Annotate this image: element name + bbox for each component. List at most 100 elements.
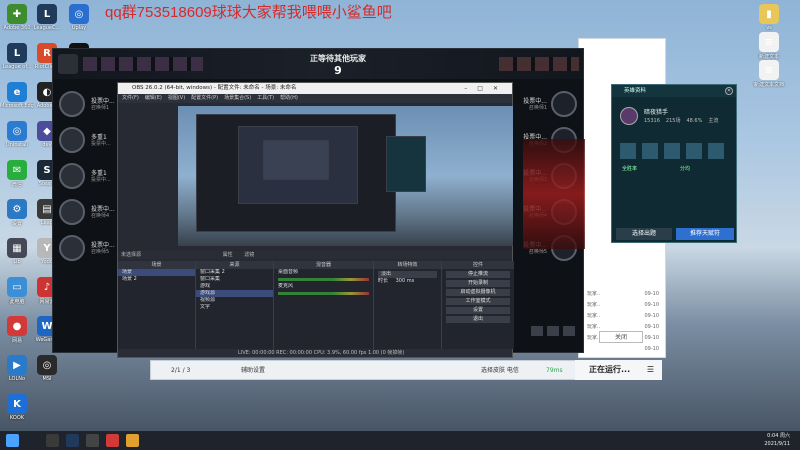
- player-subtext: 召唤师5: [528, 249, 547, 255]
- select-button[interactable]: 选择出题: [616, 228, 672, 240]
- controls-dock: 控件 停止推流开始录制启动虚拟摄像机 工作室模式设置退出: [442, 261, 514, 349]
- desktop-icon-label: 设置: [11, 221, 22, 227]
- obs-title-text: OBS 26.0.2 (64-bit, windows) - 配置文件: 未命名…: [132, 85, 297, 91]
- start-icon[interactable]: [6, 434, 19, 447]
- list-item[interactable]: 09-10: [587, 344, 663, 355]
- desktop-icon-label: League of...: [2, 64, 32, 70]
- desktop-icon[interactable]: ▭ 此电脑: [0, 277, 34, 305]
- controls-item[interactable]: 启动虚拟摄像机: [446, 289, 510, 296]
- volume-meter[interactable]: [278, 278, 369, 281]
- controls-item[interactable]: 退出: [446, 316, 510, 323]
- menu-item[interactable]: 场景集合(S): [224, 95, 251, 101]
- running-status[interactable]: 正在运行... ☰: [575, 360, 662, 380]
- desktop-icon-label: Lib: [13, 259, 21, 265]
- taskbar-game-icon[interactable]: [46, 434, 59, 447]
- duration-input[interactable]: 300 ms: [396, 278, 415, 284]
- controls-item[interactable]: 停止推流: [446, 271, 510, 278]
- controls-item[interactable]: 设置: [446, 307, 510, 314]
- desktop-icon[interactable]: L LeagueC...: [30, 4, 64, 31]
- desktop-icon-label: LOLNo: [8, 376, 26, 382]
- taskbar-app-icon[interactable]: [106, 434, 119, 447]
- properties-button[interactable]: 属性: [223, 252, 233, 258]
- close-button[interactable]: 关闭: [599, 331, 643, 343]
- player-slot: 投票中... 召唤师1: [507, 89, 577, 125]
- app-icon: ◎: [7, 121, 27, 141]
- menu-item[interactable]: 帮助(H): [280, 95, 298, 101]
- system-clock[interactable]: 0:04 周六 2021/9/11: [764, 432, 790, 448]
- obs-preview-canvas[interactable]: [178, 106, 513, 246]
- desktop-icon[interactable]: ▮ vs: [752, 4, 786, 31]
- desktop-icon[interactable]: ≡ 新建文本文档: [752, 60, 786, 88]
- desktop-icon[interactable]: ◎ UnInstall: [0, 121, 34, 148]
- app-icon: K: [7, 394, 27, 414]
- sources-item[interactable]: 文字: [196, 304, 273, 311]
- obs-menubar: 文件(F) 编辑(E) 视图(V) 配置文件(P) 场景集合(S) 工具(T) 帮助(H): [118, 94, 512, 103]
- desktop-icon[interactable]: ⚙ 设置: [0, 199, 34, 227]
- transitions-title: 转场特效: [374, 261, 441, 269]
- taskbar-league-icon[interactable]: [66, 434, 79, 447]
- menu-item[interactable]: 编辑(E): [145, 95, 162, 101]
- sources-item[interactable]: 窗口采集 2: [196, 269, 273, 276]
- menu-item[interactable]: 文件(F): [122, 95, 139, 101]
- taskbar-client-icon[interactable]: [126, 434, 139, 447]
- desktop-icon[interactable]: ◎ Uplay: [62, 4, 96, 31]
- clock-date: 2021/9/11: [764, 441, 790, 447]
- desktop-icon[interactable]: ◎ MSI: [30, 355, 64, 382]
- app-icon: ⚙: [7, 199, 27, 219]
- desktop-icon-label: 新建文本: [758, 54, 779, 60]
- winrate-label: 全胜率: [622, 166, 638, 172]
- volume-meter[interactable]: [278, 292, 369, 295]
- menu-icon[interactable]: ☰: [647, 360, 654, 380]
- emote-icon[interactable]: [547, 326, 559, 336]
- sources-item[interactable]: 窗口采集: [196, 276, 273, 283]
- page-counter: 2/1 / 3: [171, 367, 191, 374]
- list-item[interactable]: 玩家.. 09-10: [587, 289, 663, 300]
- desktop-icon-label: KOOK: [9, 415, 25, 421]
- taskbar-obs-icon[interactable]: [86, 434, 99, 447]
- desktop-icon[interactable]: ≡ 新建文本: [752, 32, 786, 60]
- desktop-icon[interactable]: ✉ 微信: [0, 160, 34, 188]
- controls-title: 控件: [442, 261, 514, 269]
- ally-champion-strip: [83, 57, 203, 71]
- sources-item[interactable]: 游戏: [196, 283, 273, 290]
- stat-value: 215场: [665, 118, 681, 124]
- desktop-icon[interactable]: K KOOK: [0, 394, 34, 421]
- duration-row: 时长 300 ms: [374, 278, 441, 285]
- menu-item[interactable]: 配置文件(P): [191, 95, 218, 101]
- app-icon: ≡: [759, 60, 779, 80]
- transition-select[interactable]: 淡出: [378, 271, 437, 278]
- stream-overlay-title: qq群753518609球球大家帮我喂喂小鲨鱼吧: [105, 4, 392, 21]
- no-source-text: 未选择源: [121, 252, 142, 258]
- popup-close-icon[interactable]: ✕: [725, 87, 733, 95]
- chat-icon[interactable]: [531, 326, 543, 336]
- desktop-icon[interactable]: L League of...: [0, 43, 34, 70]
- menu-item[interactable]: 工具(T): [257, 95, 274, 101]
- mic-icon[interactable]: [563, 326, 575, 336]
- player-avatar: [59, 163, 85, 189]
- app-icon: ≡: [759, 32, 779, 52]
- app-icon: ◎: [69, 4, 89, 24]
- list-item[interactable]: 玩家.. 09-10: [587, 311, 663, 322]
- list-item[interactable]: 玩家.. 09-10: [587, 300, 663, 311]
- menu-item[interactable]: 视图(V): [168, 95, 185, 101]
- desktop-icon[interactable]: ✚ Adobe 360: [0, 4, 34, 31]
- desktop-icon[interactable]: e Microsoft Edge: [0, 82, 34, 109]
- list-item-name: 玩家..: [587, 324, 601, 330]
- scenes-item[interactable]: 场景: [118, 269, 195, 276]
- sources-item[interactable]: 视频源: [196, 297, 273, 304]
- filters-button[interactable]: 滤镜: [244, 252, 254, 258]
- scenes-item[interactable]: 场景 2: [118, 276, 195, 283]
- window-controls[interactable]: –□✕: [464, 83, 508, 94]
- sources-item[interactable]: 游戏源: [196, 290, 273, 297]
- recommend-runes-button[interactable]: 推荐天赋符: [676, 228, 734, 240]
- desktop-icon[interactable]: ▶ LOLNo: [0, 355, 34, 382]
- controls-item[interactable]: 开始录制: [446, 280, 510, 287]
- assist-settings-button[interactable]: 辅助设置: [241, 361, 265, 381]
- lol-logo-icon: [58, 54, 78, 74]
- app-icon: L: [7, 43, 27, 63]
- controls-item[interactable]: 工作室模式: [446, 298, 510, 305]
- list-item-date: 09-10: [644, 302, 659, 308]
- desktop-icon[interactable]: ● 网易: [0, 316, 34, 344]
- stat-value: 主流: [708, 118, 719, 124]
- desktop-icon[interactable]: ▦ Lib: [0, 238, 34, 265]
